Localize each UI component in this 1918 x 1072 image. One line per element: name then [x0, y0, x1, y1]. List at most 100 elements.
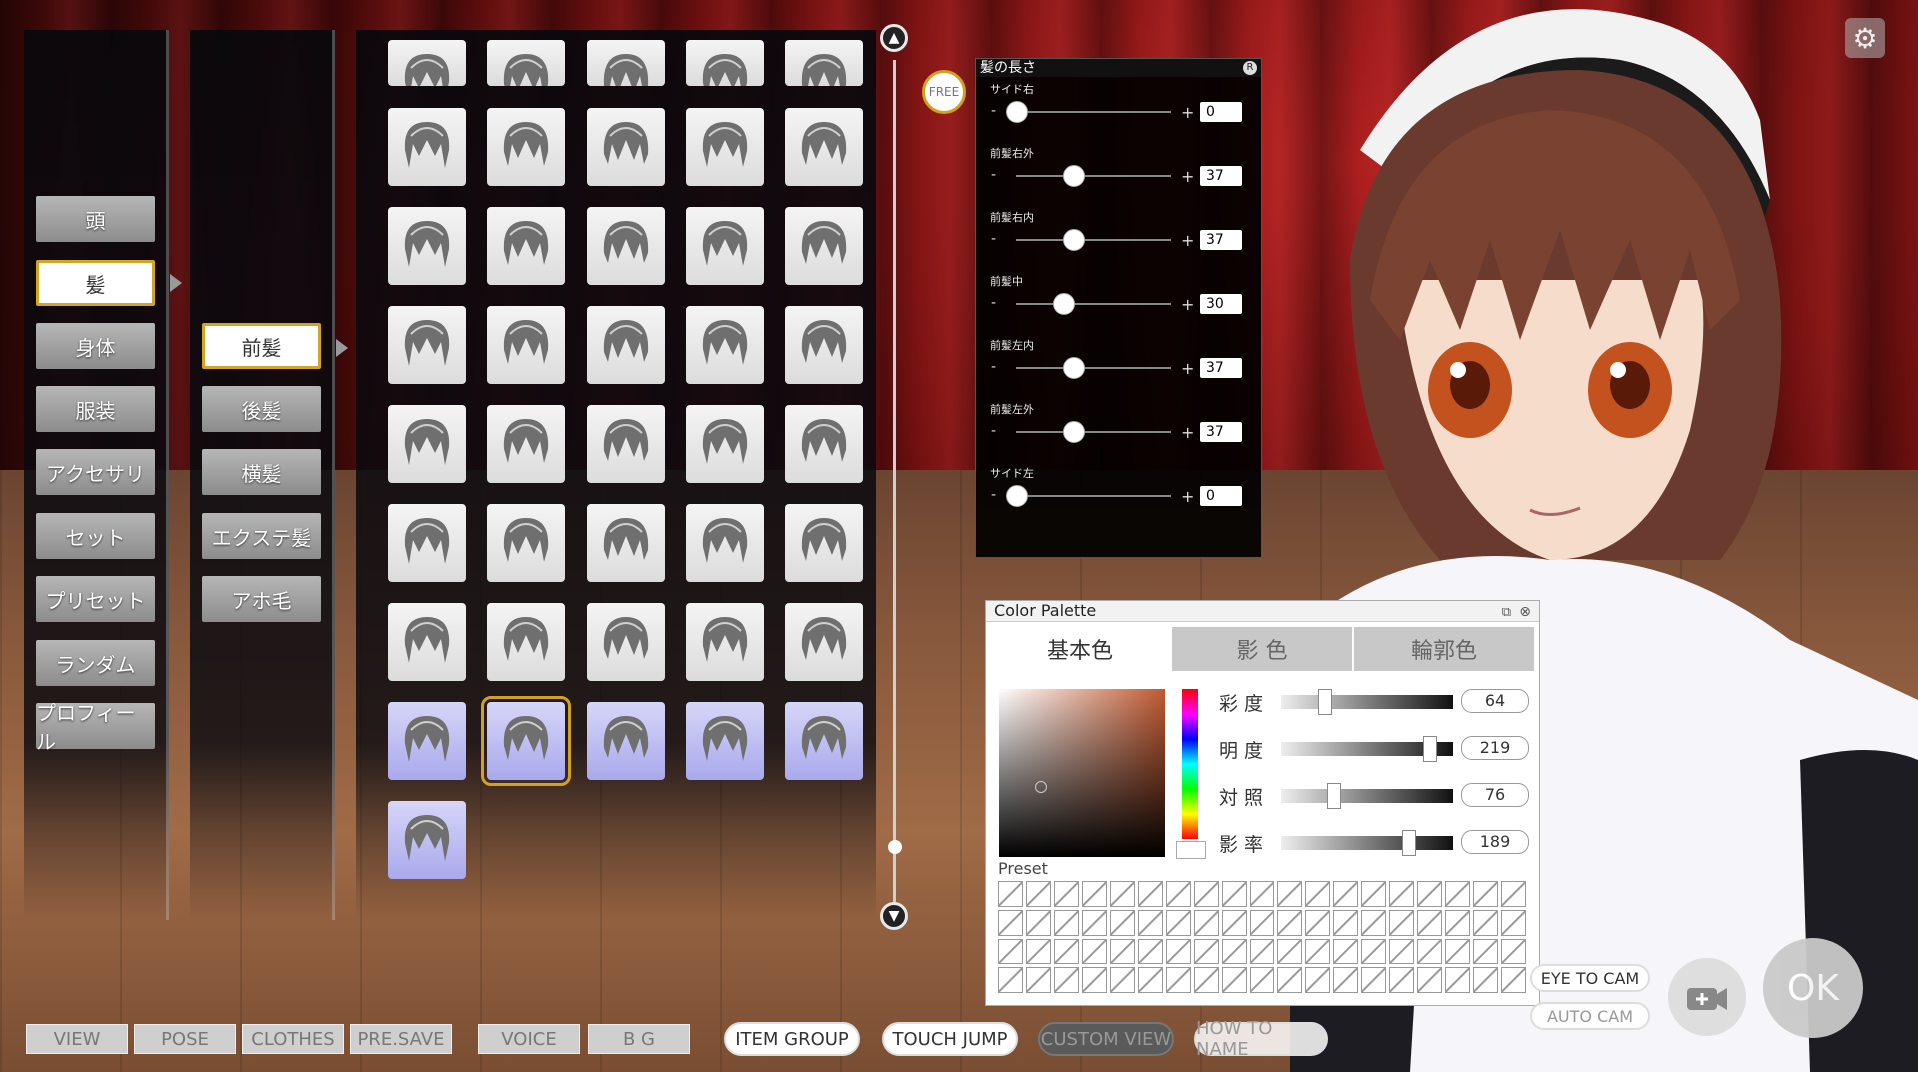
- preset-swatch[interactable]: [1417, 967, 1443, 993]
- color-slider-track[interactable]: [1281, 695, 1453, 709]
- hair-style-tile[interactable]: [487, 108, 565, 186]
- preset-swatch[interactable]: [1081, 967, 1107, 993]
- preset-swatch[interactable]: [1333, 967, 1359, 993]
- length-slider-knob[interactable]: [1063, 421, 1086, 443]
- hair-style-tile[interactable]: [587, 405, 665, 483]
- hue-handle[interactable]: [1176, 841, 1206, 859]
- preset-swatch[interactable]: [1165, 909, 1191, 936]
- preset-swatch[interactable]: [1221, 967, 1247, 993]
- settings-gear-icon[interactable]: ⚙: [1845, 18, 1885, 58]
- preset-swatch[interactable]: [1445, 881, 1471, 907]
- increase-button[interactable]: +: [1181, 487, 1194, 506]
- preset-swatch[interactable]: [1445, 909, 1471, 936]
- preset-swatch[interactable]: [1277, 881, 1303, 907]
- length-slider-track[interactable]: [1016, 175, 1171, 177]
- decrease-button[interactable]: -: [991, 295, 996, 311]
- category-button[interactable]: プリセット: [36, 576, 155, 622]
- color-value-input[interactable]: 219: [1461, 736, 1529, 760]
- preset-swatch[interactable]: [1417, 881, 1443, 907]
- hair-style-tile[interactable]: [686, 108, 764, 186]
- decrease-button[interactable]: -: [991, 487, 996, 503]
- hair-style-tile[interactable]: [388, 702, 466, 780]
- preset-swatch[interactable]: [1053, 967, 1079, 993]
- increase-button[interactable]: +: [1181, 359, 1194, 378]
- hue-slider[interactable]: [1182, 689, 1198, 839]
- preset-swatch[interactable]: [1137, 967, 1163, 993]
- preset-swatch[interactable]: [1081, 938, 1107, 965]
- hair-style-tile[interactable]: [686, 405, 764, 483]
- preset-swatch[interactable]: [1025, 909, 1051, 936]
- preset-swatch[interactable]: [1249, 909, 1275, 936]
- preset-swatch[interactable]: [1081, 909, 1107, 936]
- length-slider-track[interactable]: [1016, 367, 1171, 369]
- hair-part-button[interactable]: 後髪: [202, 386, 321, 432]
- preset-swatch[interactable]: [1249, 938, 1275, 965]
- hair-part-button[interactable]: 前髪: [202, 323, 321, 369]
- length-slider-knob[interactable]: [1063, 165, 1086, 187]
- hair-style-tile[interactable]: [686, 702, 764, 780]
- preset-swatch[interactable]: [1109, 881, 1135, 907]
- hair-style-tile[interactable]: [785, 702, 863, 780]
- hair-style-tile[interactable]: [785, 603, 863, 681]
- preset-swatch[interactable]: [1193, 881, 1219, 907]
- preset-swatch[interactable]: [1473, 938, 1499, 965]
- camera-add-button[interactable]: [1668, 958, 1746, 1036]
- length-slider-knob[interactable]: [1063, 357, 1086, 379]
- scroll-down-icon[interactable]: ▼: [880, 902, 908, 930]
- preset-swatch[interactable]: [1193, 909, 1219, 936]
- preset-swatch[interactable]: [1501, 881, 1526, 907]
- hair-style-tile[interactable]: [686, 306, 764, 384]
- preset-swatch[interactable]: [1445, 938, 1471, 965]
- hair-style-tile[interactable]: [686, 207, 764, 285]
- preset-swatch[interactable]: [1053, 881, 1079, 907]
- preset-swatch[interactable]: [1473, 909, 1499, 936]
- preset-swatch[interactable]: [1137, 938, 1163, 965]
- preset-swatch[interactable]: [1165, 967, 1191, 993]
- preset-swatch[interactable]: [1305, 938, 1331, 965]
- preset-swatch[interactable]: [1277, 938, 1303, 965]
- hair-style-tile[interactable]: [487, 405, 565, 483]
- bottom-nav-button[interactable]: VOICE: [478, 1024, 580, 1054]
- bottom-pill-button[interactable]: ITEM GROUP: [724, 1022, 860, 1056]
- ok-button[interactable]: OK: [1763, 938, 1863, 1038]
- preset-swatch[interactable]: [1221, 881, 1247, 907]
- color-slider-knob[interactable]: [1422, 736, 1437, 762]
- preset-swatch[interactable]: [998, 938, 1023, 965]
- preset-swatch[interactable]: [1333, 938, 1359, 965]
- preset-swatch[interactable]: [1137, 881, 1163, 907]
- hair-style-tile[interactable]: [587, 108, 665, 186]
- preset-swatch[interactable]: [1361, 909, 1387, 936]
- category-button[interactable]: セット: [36, 513, 155, 559]
- hair-style-tile[interactable]: [487, 603, 565, 681]
- preset-swatch[interactable]: [1361, 938, 1387, 965]
- preset-swatch[interactable]: [1109, 909, 1135, 936]
- category-button[interactable]: ランダム: [36, 640, 155, 686]
- preset-swatch[interactable]: [1025, 938, 1051, 965]
- preset-swatch[interactable]: [1389, 909, 1415, 936]
- hair-style-tile[interactable]: [686, 603, 764, 681]
- hair-part-button[interactable]: アホ毛: [202, 576, 321, 622]
- color-value-input[interactable]: 64: [1461, 689, 1529, 713]
- preset-swatch[interactable]: [1361, 881, 1387, 907]
- color-value-input[interactable]: 189: [1461, 830, 1529, 854]
- hair-style-tile[interactable]: [587, 702, 665, 780]
- preset-swatch[interactable]: [1109, 938, 1135, 965]
- hair-style-tile[interactable]: [785, 306, 863, 384]
- decrease-button[interactable]: -: [991, 359, 996, 375]
- hair-style-tile[interactable]: [388, 108, 466, 186]
- length-slider-knob[interactable]: [1006, 485, 1028, 507]
- preset-swatch[interactable]: [1025, 967, 1051, 993]
- preset-swatch[interactable]: [1501, 967, 1526, 993]
- preset-swatch[interactable]: [1473, 881, 1499, 907]
- color-slider-track[interactable]: [1281, 789, 1453, 803]
- color-slider-knob[interactable]: [1402, 830, 1417, 856]
- palette-tab[interactable]: 影 色: [1172, 627, 1352, 671]
- length-value-input[interactable]: 0: [1200, 486, 1242, 506]
- hair-style-tile[interactable]: [487, 40, 565, 86]
- preset-swatch[interactable]: [998, 909, 1023, 936]
- auto-cam-button[interactable]: AUTO CAM: [1530, 1002, 1650, 1030]
- color-value-input[interactable]: 76: [1461, 783, 1529, 807]
- hair-style-tile[interactable]: [686, 40, 764, 86]
- free-toggle-button[interactable]: FREE: [922, 70, 966, 114]
- increase-button[interactable]: +: [1181, 167, 1194, 186]
